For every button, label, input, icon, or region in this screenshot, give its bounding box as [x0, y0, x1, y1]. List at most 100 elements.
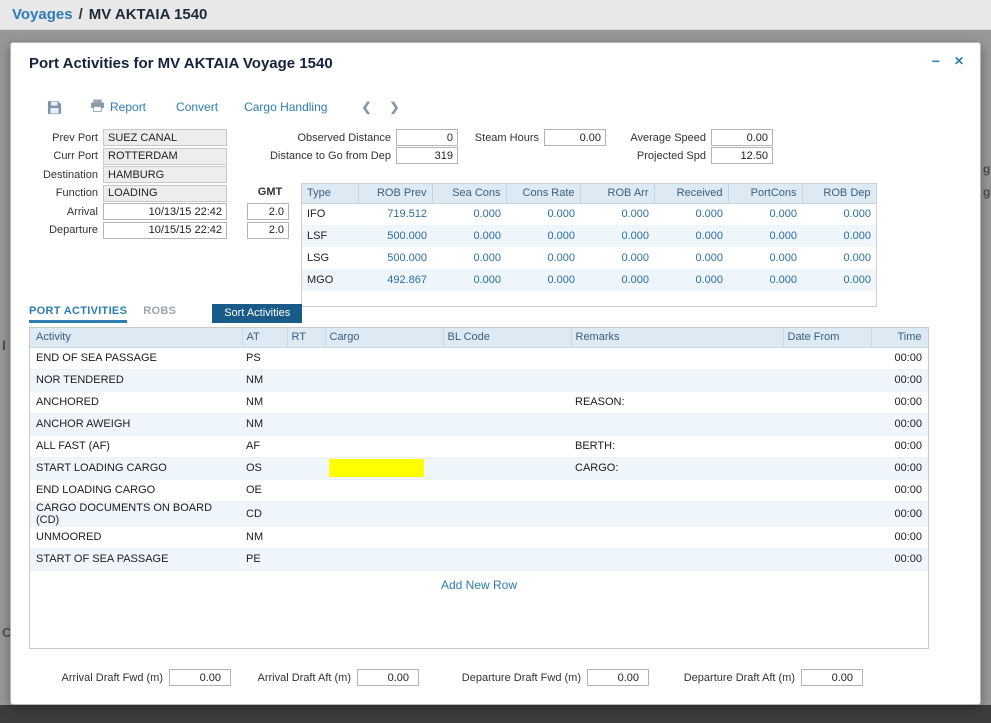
cell-time[interactable]: 00:00: [871, 347, 928, 369]
next-port-arrow-icon[interactable]: ❯: [390, 100, 400, 114]
cell-activity[interactable]: CARGO DOCUMENTS ON BOARD (CD): [30, 501, 242, 526]
cell-time[interactable]: 00:00: [871, 435, 928, 457]
rob-value-cell[interactable]: 0.000: [654, 203, 728, 225]
cell-rt[interactable]: [287, 548, 325, 570]
cell-activity[interactable]: START LOADING CARGO: [30, 457, 242, 479]
cell-at[interactable]: NM: [242, 413, 287, 435]
cell-cargo[interactable]: [325, 435, 443, 457]
cell-bl[interactable]: [443, 526, 571, 548]
sort-activities-button[interactable]: Sort Activities: [212, 304, 302, 323]
cell-bl[interactable]: [443, 369, 571, 391]
departure-draft-fwd-input[interactable]: 0.00: [587, 669, 649, 686]
prev-port-arrow-icon[interactable]: ❮: [361, 100, 371, 114]
cell-remarks[interactable]: CARGO:: [571, 457, 783, 479]
rob-type-cell[interactable]: LSG: [302, 247, 358, 269]
cell-cargo[interactable]: [325, 391, 443, 413]
cell-remarks[interactable]: [571, 501, 783, 526]
cell-cargo[interactable]: [325, 347, 443, 369]
cargo-highlight-input[interactable]: [329, 459, 424, 477]
rob-value-cell[interactable]: 0.000: [802, 269, 876, 291]
cell-rt[interactable]: [287, 413, 325, 435]
rob-value-cell[interactable]: 0.000: [506, 225, 580, 247]
cell-at[interactable]: PS: [242, 347, 287, 369]
departure-gmt-field[interactable]: 2.0: [247, 222, 289, 239]
add-new-row-link[interactable]: Add New Row: [441, 578, 517, 592]
cell-cargo[interactable]: [325, 457, 443, 479]
save-icon[interactable]: [47, 100, 62, 115]
rob-value-cell[interactable]: 0.000: [728, 269, 802, 291]
rob-value-cell[interactable]: 0.000: [654, 247, 728, 269]
cell-activity[interactable]: ANCHORED: [30, 391, 242, 413]
cell-bl[interactable]: [443, 347, 571, 369]
rob-value-cell[interactable]: 0.000: [802, 225, 876, 247]
rob-value-cell[interactable]: 0.000: [728, 225, 802, 247]
cell-date[interactable]: [783, 391, 871, 413]
destination-field[interactable]: HAMBURG: [103, 166, 227, 183]
rob-value-cell[interactable]: 0.000: [654, 269, 728, 291]
cell-time[interactable]: 00:00: [871, 501, 928, 526]
cell-bl[interactable]: [443, 501, 571, 526]
tab-port-activities[interactable]: PORT ACTIVITIES: [29, 305, 127, 323]
cell-activity[interactable]: ALL FAST (AF): [30, 435, 242, 457]
rob-value-cell[interactable]: 0.000: [432, 225, 506, 247]
rob-value-cell[interactable]: 0.000: [432, 269, 506, 291]
tab-robs[interactable]: ROBS: [143, 305, 176, 323]
cell-remarks[interactable]: [571, 413, 783, 435]
cell-cargo[interactable]: [325, 526, 443, 548]
rob-value-cell[interactable]: 500.000: [358, 247, 432, 269]
cell-at[interactable]: CD: [242, 501, 287, 526]
cell-rt[interactable]: [287, 457, 325, 479]
cell-rt[interactable]: [287, 526, 325, 548]
rob-value-cell[interactable]: 0.000: [802, 247, 876, 269]
cell-date[interactable]: [783, 548, 871, 570]
cell-rt[interactable]: [287, 501, 325, 526]
cell-date[interactable]: [783, 526, 871, 548]
rob-value-cell[interactable]: 0.000: [506, 269, 580, 291]
departure-field[interactable]: 10/15/15 22:42: [103, 222, 227, 239]
cell-rt[interactable]: [287, 479, 325, 501]
rob-value-cell[interactable]: 0.000: [506, 247, 580, 269]
rob-value-cell[interactable]: 0.000: [432, 203, 506, 225]
projected-speed-input[interactable]: 12.50: [711, 147, 773, 164]
cell-at[interactable]: NM: [242, 391, 287, 413]
arrival-gmt-field[interactable]: 2.0: [247, 203, 289, 220]
rob-value-cell[interactable]: 0.000: [654, 225, 728, 247]
arrival-draft-fwd-input[interactable]: 0.00: [169, 669, 231, 686]
cell-at[interactable]: OS: [242, 457, 287, 479]
cell-at[interactable]: OE: [242, 479, 287, 501]
minimize-icon[interactable]: −: [932, 53, 940, 69]
cell-rt[interactable]: [287, 391, 325, 413]
cell-bl[interactable]: [443, 391, 571, 413]
cell-remarks[interactable]: [571, 369, 783, 391]
distance-to-go-input[interactable]: 319: [396, 147, 458, 164]
close-icon[interactable]: ✕: [954, 53, 964, 69]
cell-time[interactable]: 00:00: [871, 548, 928, 570]
cargo-handling-button[interactable]: Cargo Handling: [244, 100, 327, 114]
cell-cargo[interactable]: [325, 369, 443, 391]
cell-time[interactable]: 00:00: [871, 391, 928, 413]
rob-value-cell[interactable]: 0.000: [580, 225, 654, 247]
rob-value-cell[interactable]: 0.000: [802, 203, 876, 225]
cell-time[interactable]: 00:00: [871, 526, 928, 548]
cell-activity[interactable]: NOR TENDERED: [30, 369, 242, 391]
cell-activity[interactable]: UNMOORED: [30, 526, 242, 548]
cell-at[interactable]: NM: [242, 369, 287, 391]
cell-date[interactable]: [783, 457, 871, 479]
cell-remarks[interactable]: [571, 526, 783, 548]
arrival-draft-aft-input[interactable]: 0.00: [357, 669, 419, 686]
cell-time[interactable]: 00:00: [871, 457, 928, 479]
prev-port-field[interactable]: SUEZ CANAL: [103, 129, 227, 146]
report-button[interactable]: Report: [90, 99, 146, 115]
cell-at[interactable]: NM: [242, 526, 287, 548]
convert-button[interactable]: Convert: [176, 100, 218, 114]
cell-date[interactable]: [783, 501, 871, 526]
cell-cargo[interactable]: [325, 413, 443, 435]
rob-value-cell[interactable]: 719.512: [358, 203, 432, 225]
cell-time[interactable]: 00:00: [871, 369, 928, 391]
cell-date[interactable]: [783, 347, 871, 369]
average-speed-input[interactable]: 0.00: [711, 129, 773, 146]
cell-remarks[interactable]: [571, 347, 783, 369]
curr-port-field[interactable]: ROTTERDAM: [103, 148, 227, 165]
cell-bl[interactable]: [443, 548, 571, 570]
cell-cargo[interactable]: [325, 548, 443, 570]
